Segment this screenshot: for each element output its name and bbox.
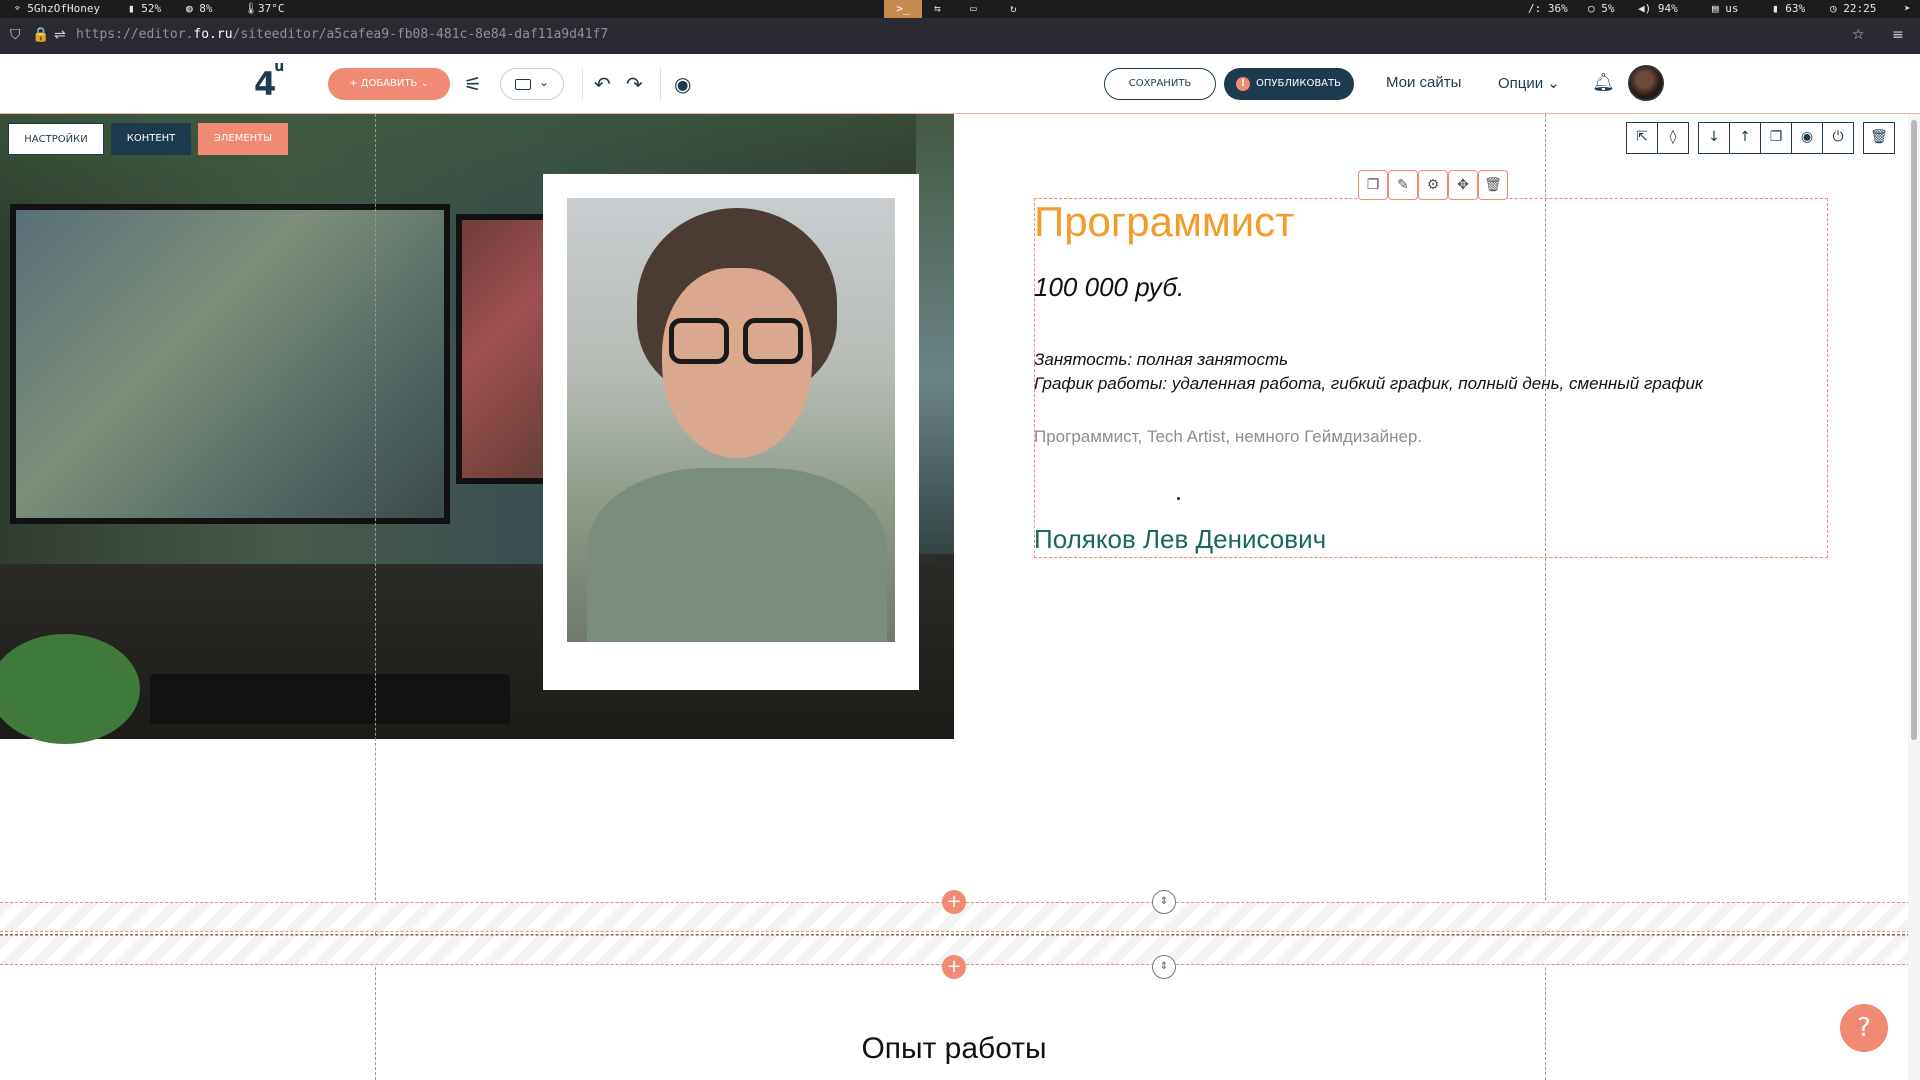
work-schedule[interactable]: График работы: удаленная работа, гибкий …: [1034, 374, 1703, 394]
telegram-icon[interactable]: ➤: [1904, 2, 1911, 15]
edit-pencil-icon[interactable]: ✎: [1388, 170, 1418, 200]
tab-settings[interactable]: Настройки: [8, 123, 104, 155]
user-avatar[interactable]: [1628, 65, 1664, 101]
wifi-indicator: ⌔ 5GhzOfHoney: [14, 2, 101, 15]
device-selector[interactable]: ⌄: [500, 68, 564, 100]
cpu-indicator: ◍ 8%: [186, 2, 213, 15]
browser-address-bar: ⛉ 🔒 ⇌ https://editor.fo.ru/siteeditor/a5…: [0, 18, 1920, 54]
add-section-button[interactable]: +: [942, 955, 966, 979]
open-external-icon[interactable]: ⇱: [1626, 122, 1658, 154]
salary[interactable]: 100 000 руб.: [1034, 272, 1184, 303]
tab-content[interactable]: Контент: [111, 123, 191, 155]
person-name[interactable]: Поляков Лев Денисович: [1034, 524, 1326, 555]
volume-indicator: ◀) 94%: [1638, 2, 1678, 15]
add-button[interactable]: + Добавить ⌄: [328, 68, 450, 100]
memory-indicator: ○ 5%: [1588, 2, 1615, 15]
color-drop-icon[interactable]: ◊: [1657, 122, 1689, 154]
add-section-button[interactable]: +: [942, 890, 966, 914]
element-toolbar: ❐ ✎ ⚙ ✥ 🗑︎: [1358, 170, 1508, 200]
battery2-indicator: ▮ 63%: [1772, 2, 1806, 15]
vertical-scrollbar[interactable]: [1908, 114, 1920, 1080]
publish-button[interactable]: ! Опубликовать: [1224, 68, 1354, 100]
scrollbar-thumb[interactable]: [1911, 120, 1917, 740]
divider: [660, 68, 661, 100]
block-toolbar: ⇱ ◊ ↓ ↑ ❐ ◉ ⏻ 🗑︎: [1626, 122, 1895, 154]
background-sliver: [916, 114, 954, 554]
clock: ◷ 22:25: [1830, 2, 1877, 15]
monitor-image-part: [10, 204, 450, 524]
move-up-icon[interactable]: ↑: [1729, 122, 1761, 154]
section-title[interactable]: Опыт работы: [0, 1032, 1908, 1066]
keyboard-image-part: [150, 674, 510, 724]
disk-indicator: /: 36%: [1528, 2, 1568, 15]
temp-indicator: 🌡37°C: [244, 2, 285, 15]
url-field[interactable]: https://editor.fo.ru/siteeditor/a5cafea9…: [76, 27, 608, 42]
tab-elements[interactable]: Элементы: [198, 123, 288, 155]
trash-icon[interactable]: 🗑︎: [1478, 170, 1508, 200]
options-menu[interactable]: Опции ⌄: [1498, 74, 1560, 92]
menu-icon[interactable]: ≡: [1892, 27, 1904, 43]
resize-handle-icon[interactable]: ⇕: [1152, 890, 1176, 914]
save-button[interactable]: Сохранить: [1104, 68, 1216, 100]
move-icon[interactable]: ✥: [1448, 170, 1478, 200]
photo-glasses-left: [669, 318, 729, 364]
shield-icon[interactable]: ⛉: [10, 27, 21, 43]
editor-toolbar: 4u + Добавить ⌄ ⚟ ⌄ ↶ ↷ ◉ Сохранить ! Оп…: [0, 54, 1920, 114]
profile-photo-frame[interactable]: [543, 174, 919, 690]
editor-canvas: Настройки Контент Элементы ⇱ ◊ ↓ ↑ ❐ ◉ ⏻…: [0, 114, 1920, 1080]
chat-icon[interactable]: ▭: [970, 2, 977, 15]
about-text[interactable]: Программист, Tech Artist, немного Геймди…: [1034, 427, 1422, 447]
photo-glasses-right: [743, 318, 803, 364]
undo-icon[interactable]: ↶: [594, 72, 611, 96]
battery-indicator: ▮ 52%: [128, 2, 162, 15]
divider: [582, 68, 583, 100]
system-status-bar: ⌔ 5GhzOfHoney ▮ 52% ◍ 8% 🌡37°C >_ ⇆ ▭ ↻ …: [0, 0, 1920, 18]
sync-icon[interactable]: ↻: [1010, 2, 1017, 15]
profile-photo: [567, 198, 895, 642]
job-title[interactable]: Программист: [1034, 198, 1294, 246]
chevron-down-icon: ⌄: [539, 75, 550, 89]
power-icon[interactable]: ⏻: [1822, 122, 1854, 154]
lock-icon[interactable]: 🔒: [32, 27, 49, 43]
permissions-icon[interactable]: ⇌: [54, 27, 66, 43]
site-logo[interactable]: 4u: [254, 59, 284, 103]
my-sites-link[interactable]: Мои сайты: [1386, 74, 1461, 91]
warning-icon: !: [1236, 77, 1250, 91]
copy-icon[interactable]: ❐: [1760, 122, 1792, 154]
employment-type[interactable]: Занятость: полная занятость: [1034, 350, 1288, 370]
delete-icon[interactable]: 🗑︎: [1863, 122, 1895, 154]
settings-gear-icon[interactable]: ⚙: [1418, 170, 1448, 200]
keyboard-layout-indicator: ▤ us: [1712, 2, 1739, 15]
desktop-icon: [515, 79, 531, 90]
network-icon[interactable]: ⇆: [934, 2, 941, 15]
visibility-icon[interactable]: ◉: [1791, 122, 1823, 154]
sliders-icon[interactable]: ⚟: [464, 72, 482, 96]
redo-icon[interactable]: ↷: [626, 72, 643, 96]
preview-eye-icon[interactable]: ◉: [674, 72, 691, 96]
resize-handle-icon[interactable]: ⇕: [1152, 955, 1176, 979]
bell-icon[interactable]: 🔔︎: [1592, 72, 1615, 93]
duplicate-icon[interactable]: ❐: [1358, 170, 1388, 200]
terminal-button[interactable]: >_: [884, 0, 922, 18]
text-cursor-dot: [1177, 497, 1180, 500]
help-button[interactable]: ?: [1840, 1004, 1888, 1052]
photo-jacket: [587, 468, 887, 642]
bookmark-star-icon[interactable]: ☆: [1852, 27, 1865, 43]
move-down-icon[interactable]: ↓: [1698, 122, 1730, 154]
